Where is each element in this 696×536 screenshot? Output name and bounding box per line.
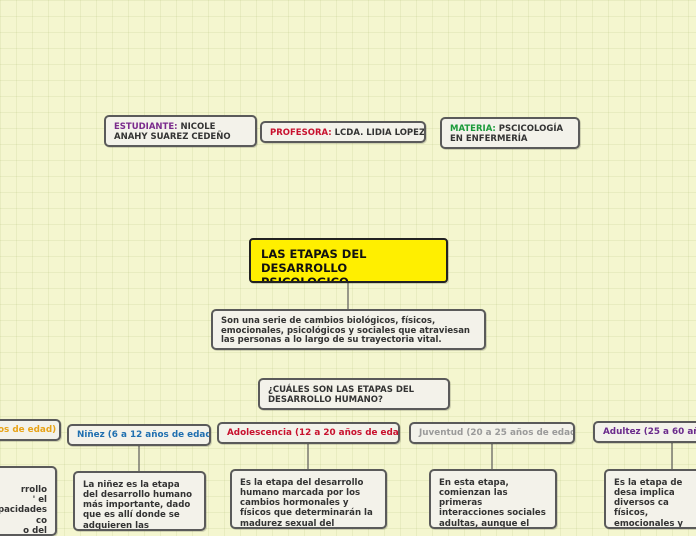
stage-adulthood-description[interactable]: Es la etapa de desa implica diversos ca …	[604, 469, 696, 529]
stage-infancy-desc-text: rrollo ' el pacidades co o del	[0, 485, 47, 536]
stage-adolescence-description[interactable]: Es la etapa del desarrollo humano marcad…	[230, 469, 387, 529]
teacher-label: PROFESORA:	[270, 128, 332, 138]
stage-infancy-label: os de edad)	[0, 425, 57, 435]
stage-adolescence[interactable]: Adolescencia (12 a 20 años de edad)	[217, 422, 400, 444]
stage-adolescence-label: Adolescencia (12 a 20 años de edad)	[227, 428, 400, 438]
teacher-name: LCDA. LIDIA LOPEZ	[334, 128, 426, 138]
stage-youth[interactable]: Juventud (20 a 25 años de edad)	[409, 422, 575, 444]
definition-node[interactable]: Son una serie de cambios biológicos, fís…	[211, 309, 486, 350]
student-label: ESTUDIANTE:	[114, 122, 178, 132]
stage-youth-desc-text: En esta etapa, comienzan las primeras in…	[439, 478, 546, 529]
subject-node[interactable]: MATERIA: PSCICOLOGÍA EN ENFERMERÍA	[440, 117, 580, 149]
stage-childhood-desc-text: La niñez es la etapa del desarrollo huma…	[83, 480, 192, 531]
question-text: ¿CUÁLES SON LAS ETAPAS DEL DESARROLLO HU…	[268, 385, 415, 405]
stage-youth-label: Juventud (20 a 25 años de edad)	[419, 428, 575, 438]
stage-youth-description[interactable]: En esta etapa, comienzan las primeras in…	[429, 469, 557, 529]
student-node[interactable]: ESTUDIANTE: NICOLE ANAHY SUAREZ CEDEÑO	[104, 115, 257, 147]
stage-infancy-description[interactable]: rrollo ' el pacidades co o del	[0, 466, 57, 536]
stage-childhood-description[interactable]: La niñez es la etapa del desarrollo huma…	[73, 471, 206, 531]
central-topic[interactable]: LAS ETAPAS DEL DESARROLLO PSICOLOGICO	[249, 238, 448, 283]
central-topic-title: LAS ETAPAS DEL DESARROLLO PSICOLOGICO	[261, 247, 367, 283]
subject-label: MATERIA:	[450, 124, 496, 134]
stage-adolescence-desc-text: Es la etapa del desarrollo humano marcad…	[240, 478, 373, 529]
stage-infancy[interactable]: os de edad)	[0, 419, 61, 441]
stage-childhood-label: Niñez (6 a 12 años de edad)	[77, 430, 211, 440]
question-node[interactable]: ¿CUÁLES SON LAS ETAPAS DEL DESARROLLO HU…	[258, 378, 450, 410]
teacher-node[interactable]: PROFESORA: LCDA. LIDIA LOPEZ	[260, 121, 426, 143]
stage-childhood[interactable]: Niñez (6 a 12 años de edad)	[67, 424, 211, 446]
stage-adulthood-label: Adultez (25 a 60 añ	[603, 427, 696, 437]
stage-adulthood[interactable]: Adultez (25 a 60 añ	[593, 421, 696, 443]
stage-adulthood-desc-text: Es la etapa de desa implica diversos ca …	[614, 478, 684, 529]
definition-text: Son una serie de cambios biológicos, fís…	[221, 316, 470, 346]
